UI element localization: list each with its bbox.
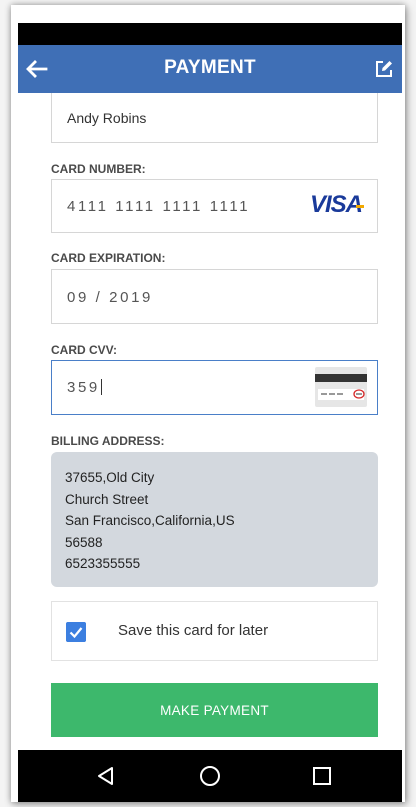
card-expiration-label: CARD EXPIRATION: [51, 251, 166, 265]
cardholder-name-value: Andy Robins [67, 110, 147, 126]
payment-form: Andy Robins CARD NUMBER: 4111 1111 1111 … [18, 93, 402, 750]
card-cvv-field[interactable]: 359 [51, 360, 378, 415]
card-expiration-value: 09 / 2019 [67, 289, 153, 306]
billing-address-label: BILLING ADDRESS: [51, 434, 165, 448]
billing-address-line: 56588 [65, 534, 103, 550]
make-payment-button[interactable]: MAKE PAYMENT [51, 683, 378, 737]
home-circle-icon[interactable] [198, 764, 222, 788]
card-number-label: CARD NUMBER: [51, 162, 146, 176]
page-title: PAYMENT [164, 57, 256, 78]
billing-address-box[interactable]: 37655,Old City Church Street San Francis… [51, 452, 378, 587]
visa-logo-accent [356, 205, 364, 208]
status-bar [18, 23, 402, 45]
screen: PAYMENT Andy Robins CARD NUMBER: 4111 11… [0, 0, 416, 807]
save-card-checkbox[interactable] [66, 622, 86, 642]
recents-square-icon[interactable] [310, 764, 334, 788]
card-back-cvv-icon [315, 367, 367, 407]
card-cvv-value: 359 [67, 379, 100, 396]
card-number-value: 4111 1111 1111 1111 [67, 198, 251, 215]
billing-address-line: San Francisco,California,US [65, 513, 235, 528]
billing-address-line: 37655,Old City [65, 470, 155, 485]
save-card-row[interactable]: Save this card for later [51, 601, 378, 661]
visa-logo-icon: VISA [309, 191, 363, 218]
android-nav-bar [18, 750, 402, 802]
text-cursor [100, 379, 102, 395]
billing-address-line: 6523355555 [65, 556, 141, 571]
cardholder-name-field[interactable]: Andy Robins [51, 93, 378, 143]
card-cvv-input: 359 [67, 379, 102, 396]
save-card-label: Save this card for later [118, 622, 269, 639]
edit-icon[interactable] [374, 59, 394, 79]
card-number-field[interactable]: 4111 1111 1111 1111 VISA [51, 179, 378, 233]
back-triangle-icon[interactable] [94, 764, 118, 788]
card-cvv-label: CARD CVV: [51, 343, 118, 357]
app-bar: PAYMENT [18, 45, 402, 93]
billing-address-line: Church Street [65, 491, 149, 507]
card-expiration-field[interactable]: 09 / 2019 [51, 269, 378, 324]
